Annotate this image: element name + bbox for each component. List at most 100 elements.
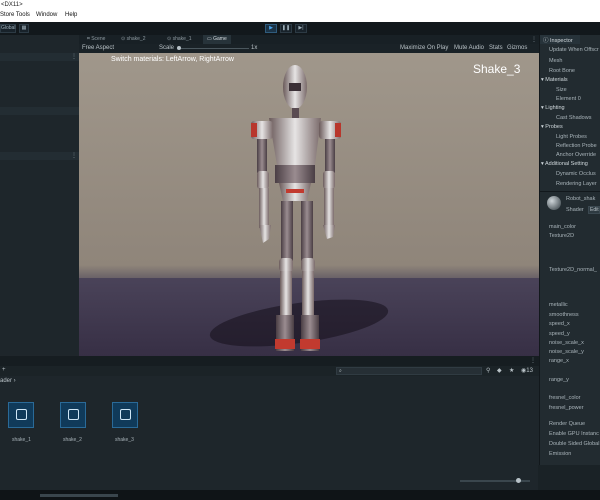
insp-shader-label: Shader: [566, 207, 584, 213]
insp-cast-shadows[interactable]: Cast Shadows: [556, 115, 591, 121]
grid-snap-icon[interactable]: ▦: [19, 24, 29, 33]
insp-lighting-foldout[interactable]: ▾ Lighting: [541, 105, 565, 111]
asset-label: shake_2: [63, 437, 82, 443]
tab-game-label: Game: [213, 36, 227, 42]
global-label: Global: [1, 25, 16, 31]
project-search-input[interactable]: ⌕: [336, 367, 482, 375]
scale-label: Scale: [159, 45, 175, 51]
material-asset-icon: [68, 409, 79, 420]
favorite-icon[interactable]: ★: [509, 367, 514, 374]
insp-materials-title: Materials: [545, 77, 568, 83]
game-toolbar: Free Aspect Scale 1x Maximize On Play Mu…: [79, 44, 539, 53]
shader-edit-label: Edit: [590, 207, 599, 213]
hierarchy-row[interactable]: [0, 152, 79, 160]
game-view-label: Shake_3: [473, 62, 521, 76]
game-hint-text: Switch materials: LeftArrow, RightArrow: [111, 56, 234, 63]
hierarchy-row[interactable]: [0, 107, 79, 115]
tab-game[interactable]: ▭ Game: [203, 35, 231, 44]
hierarchy-more-icon[interactable]: ⋮: [71, 53, 77, 60]
hierarchy-more-icon[interactable]: ⋮: [71, 152, 77, 159]
insp-materials-size[interactable]: Size: [556, 87, 567, 93]
prop-range-x[interactable]: range_x: [549, 358, 569, 364]
global-toggle[interactable]: Global: [0, 24, 16, 33]
menu-item-window[interactable]: Window: [36, 12, 57, 18]
inspector-tab[interactable]: ⓘ Inspector: [540, 35, 580, 44]
asset-label: shake_3: [115, 437, 134, 443]
insp-light-probes[interactable]: Light Probes: [556, 134, 587, 140]
insp-element-0[interactable]: Element 0: [556, 96, 581, 102]
prop-range-y[interactable]: range_y: [549, 377, 569, 383]
project-toolbar: + ⌕ ⚲ ◆ ★ ◉13: [0, 366, 539, 376]
prop-noise-scale-x[interactable]: noise_scale_x: [549, 340, 584, 346]
insp-reflection-probes[interactable]: Reflection Probe: [556, 143, 597, 149]
menu-item-help[interactable]: Help: [65, 12, 77, 18]
insp-lighting-title: Lighting: [545, 105, 565, 111]
insp-separator: [540, 191, 600, 192]
scale-slider[interactable]: [177, 48, 249, 49]
mute-audio-toggle[interactable]: Mute Audio: [454, 45, 484, 51]
asset-shake-3[interactable]: [112, 402, 138, 428]
tab-scene-label: Scene: [91, 36, 106, 42]
stats-toggle[interactable]: Stats: [489, 45, 503, 51]
prop-main-color[interactable]: main_color: [549, 224, 576, 230]
prop-fresnel-power[interactable]: fresnel_power: [549, 405, 584, 411]
insp-mesh[interactable]: Mesh: [549, 58, 562, 64]
prop-noise-scale-y[interactable]: noise_scale_y: [549, 349, 584, 355]
prop-render-queue[interactable]: Render Queue: [549, 421, 585, 427]
insp-rendering-layer[interactable]: Rendering Layer: [556, 181, 597, 187]
status-progress: [40, 494, 118, 497]
hierarchy-row[interactable]: [0, 53, 79, 61]
prop-double-sided-gi[interactable]: Double Sided Global: [549, 441, 599, 447]
insp-probes-foldout[interactable]: ▾ Probes: [541, 124, 563, 130]
insp-materials-foldout[interactable]: ▾ Materials: [541, 77, 568, 83]
gizmos-dropdown[interactable]: Gizmos: [507, 45, 527, 51]
scene-tab-row: ⌗ Scene ⊙ shake_2 ⊙ shake_1 ▭ Game ⋮: [79, 35, 539, 44]
label-icon[interactable]: ◆: [497, 367, 502, 374]
tab-shake-2[interactable]: ⊙ shake_2: [117, 35, 150, 44]
shader-edit-button[interactable]: Edit: [588, 206, 600, 214]
play-button[interactable]: ▶: [265, 24, 277, 33]
prop-texture2d-normal[interactable]: Texture2D_normal_: [549, 267, 597, 273]
insp-anchor-override[interactable]: Anchor Override: [556, 152, 596, 158]
material-asset-icon: [16, 409, 27, 420]
panel-menu-icon[interactable]: ⋮: [531, 36, 537, 43]
aspect-dropdown[interactable]: Free Aspect: [82, 45, 114, 51]
insp-dynamic-occlusion[interactable]: Dynamic Occlus: [556, 171, 596, 177]
prop-texture2d[interactable]: Texture2D: [549, 233, 574, 239]
filter-icon[interactable]: ⚲: [486, 367, 490, 374]
prop-enable-gpu-instancing[interactable]: Enable GPU Instanc: [549, 431, 599, 437]
inspector-scrollbar[interactable]: [538, 465, 600, 490]
menu-bar: Store Tools Window Help: [0, 11, 600, 22]
robot-figure: [251, 65, 341, 351]
prop-fresnel-color[interactable]: fresnel_color: [549, 395, 581, 401]
pause-button[interactable]: ❚❚: [280, 24, 292, 33]
step-button[interactable]: ▶|: [295, 24, 307, 33]
insp-root-bone[interactable]: Root Bone: [549, 68, 575, 74]
maximize-on-play-toggle[interactable]: Maximize On Play: [400, 45, 448, 51]
tab-scene[interactable]: ⌗ Scene: [83, 35, 109, 44]
zoom-slider-handle[interactable]: [516, 478, 521, 483]
status-bar: [0, 490, 600, 500]
prop-smoothness[interactable]: smoothness: [549, 312, 579, 318]
menu-item-store-tools[interactable]: Store Tools: [0, 12, 30, 18]
prop-emission[interactable]: Emission: [549, 451, 571, 457]
game-view[interactable]: Switch materials: LeftArrow, RightArrow …: [79, 53, 539, 356]
asset-count-badge: ◉13: [521, 368, 533, 374]
scale-slider-handle[interactable]: [177, 46, 181, 50]
prop-speed-y[interactable]: speed_y: [549, 331, 570, 337]
insp-update-when-offscreen[interactable]: Update When Offscr: [549, 47, 599, 53]
prop-metallic[interactable]: metallic: [549, 302, 568, 308]
insp-additional-foldout[interactable]: ▾ Additional Setting: [541, 161, 588, 167]
asset-shake-2[interactable]: [60, 402, 86, 428]
tab-shake-1[interactable]: ⊙ shake_1: [163, 35, 196, 44]
zoom-slider[interactable]: [460, 478, 530, 483]
breadcrumb[interactable]: ader ›: [0, 378, 16, 384]
asset-shake-1[interactable]: [8, 402, 34, 428]
asset-count: 13: [526, 368, 533, 374]
prop-speed-x[interactable]: speed_x: [549, 321, 570, 327]
tab-shake-1-label: shake_1: [172, 36, 192, 42]
insp-probes-title: Probes: [545, 124, 563, 130]
panel-menu-icon[interactable]: ⋮: [530, 357, 536, 364]
scale-value: 1x: [251, 45, 258, 51]
add-asset-button[interactable]: +: [2, 367, 6, 373]
